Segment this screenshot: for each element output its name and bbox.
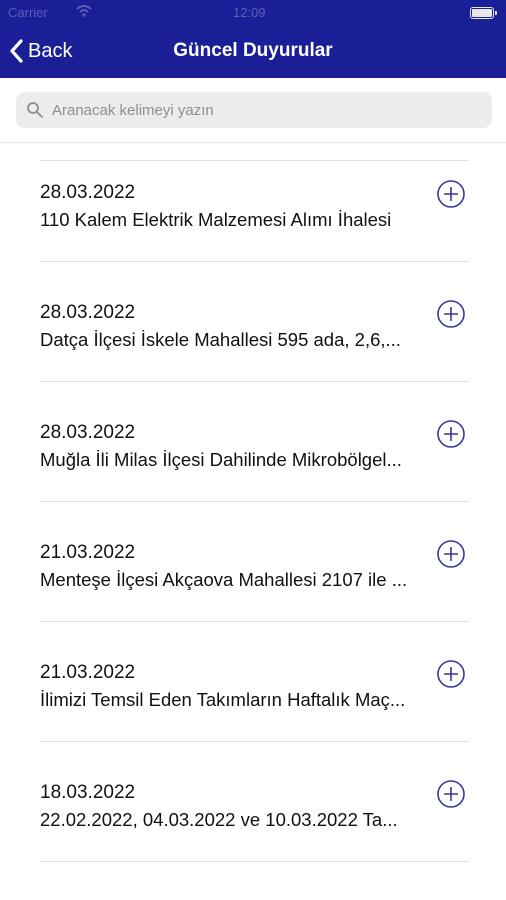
plus-circle-icon[interactable] bbox=[436, 539, 466, 569]
battery-icon bbox=[470, 7, 497, 19]
status-time: 12:09 bbox=[233, 5, 266, 20]
announcement-date: 28.03.2022 bbox=[40, 182, 136, 203]
announcement-date: 28.03.2022 bbox=[40, 302, 136, 323]
announcement-date: 21.03.2022 bbox=[40, 662, 136, 683]
announcement-title: 110 Kalem Elektrik Malzemesi Alımı İhale… bbox=[40, 209, 392, 230]
wifi-icon bbox=[76, 4, 92, 21]
announcement-title: İlimizi Temsil Eden Takımların Haftalık … bbox=[40, 689, 406, 710]
list-item[interactable]: 28.03.2022 Muğla İli Milas İlçesi Dahili… bbox=[0, 382, 506, 502]
list-item[interactable]: 28.03.2022 Datça İlçesi İskele Mahallesi… bbox=[0, 262, 506, 382]
search-box bbox=[16, 92, 492, 128]
navigation-bar: Back Güncel Duyurular bbox=[0, 26, 506, 78]
page-title: Güncel Duyurular bbox=[173, 40, 333, 61]
announcement-title: 22.02.2022, 04.03.2022 ve 10.03.2022 Ta.… bbox=[40, 809, 398, 830]
list-item[interactable]: 28.03.2022 110 Kalem Elektrik Malzemesi … bbox=[0, 142, 506, 262]
plus-circle-icon[interactable] bbox=[436, 779, 466, 809]
carrier-label: Carrier bbox=[8, 5, 48, 20]
announcement-date: 21.03.2022 bbox=[40, 542, 136, 563]
status-bar: Carrier 12:09 bbox=[0, 0, 506, 26]
list-item[interactable]: 18.03.2022 22.02.2022, 04.03.2022 ve 10.… bbox=[0, 742, 506, 862]
list-item[interactable]: 21.03.2022 Menteşe İlçesi Akçaova Mahall… bbox=[0, 502, 506, 622]
search-icon bbox=[26, 101, 44, 124]
announcement-date: 18.03.2022 bbox=[40, 782, 136, 803]
list-item[interactable] bbox=[0, 862, 506, 900]
announcement-title: Datça İlçesi İskele Mahallesi 595 ada, 2… bbox=[40, 329, 401, 350]
list-item[interactable]: 21.03.2022 İlimizi Temsil Eden Takımları… bbox=[0, 622, 506, 742]
search-input[interactable] bbox=[52, 92, 482, 128]
plus-circle-icon[interactable] bbox=[436, 299, 466, 329]
announcement-title: Menteşe İlçesi Akçaova Mahallesi 2107 il… bbox=[40, 569, 408, 590]
plus-circle-icon[interactable] bbox=[436, 419, 466, 449]
announcement-date: 28.03.2022 bbox=[40, 422, 136, 443]
search-bar bbox=[0, 78, 506, 143]
plus-circle-icon[interactable] bbox=[436, 659, 466, 689]
plus-circle-icon[interactable] bbox=[436, 179, 466, 209]
announcement-title: Muğla İli Milas İlçesi Dahilinde Mikrobö… bbox=[40, 449, 402, 470]
